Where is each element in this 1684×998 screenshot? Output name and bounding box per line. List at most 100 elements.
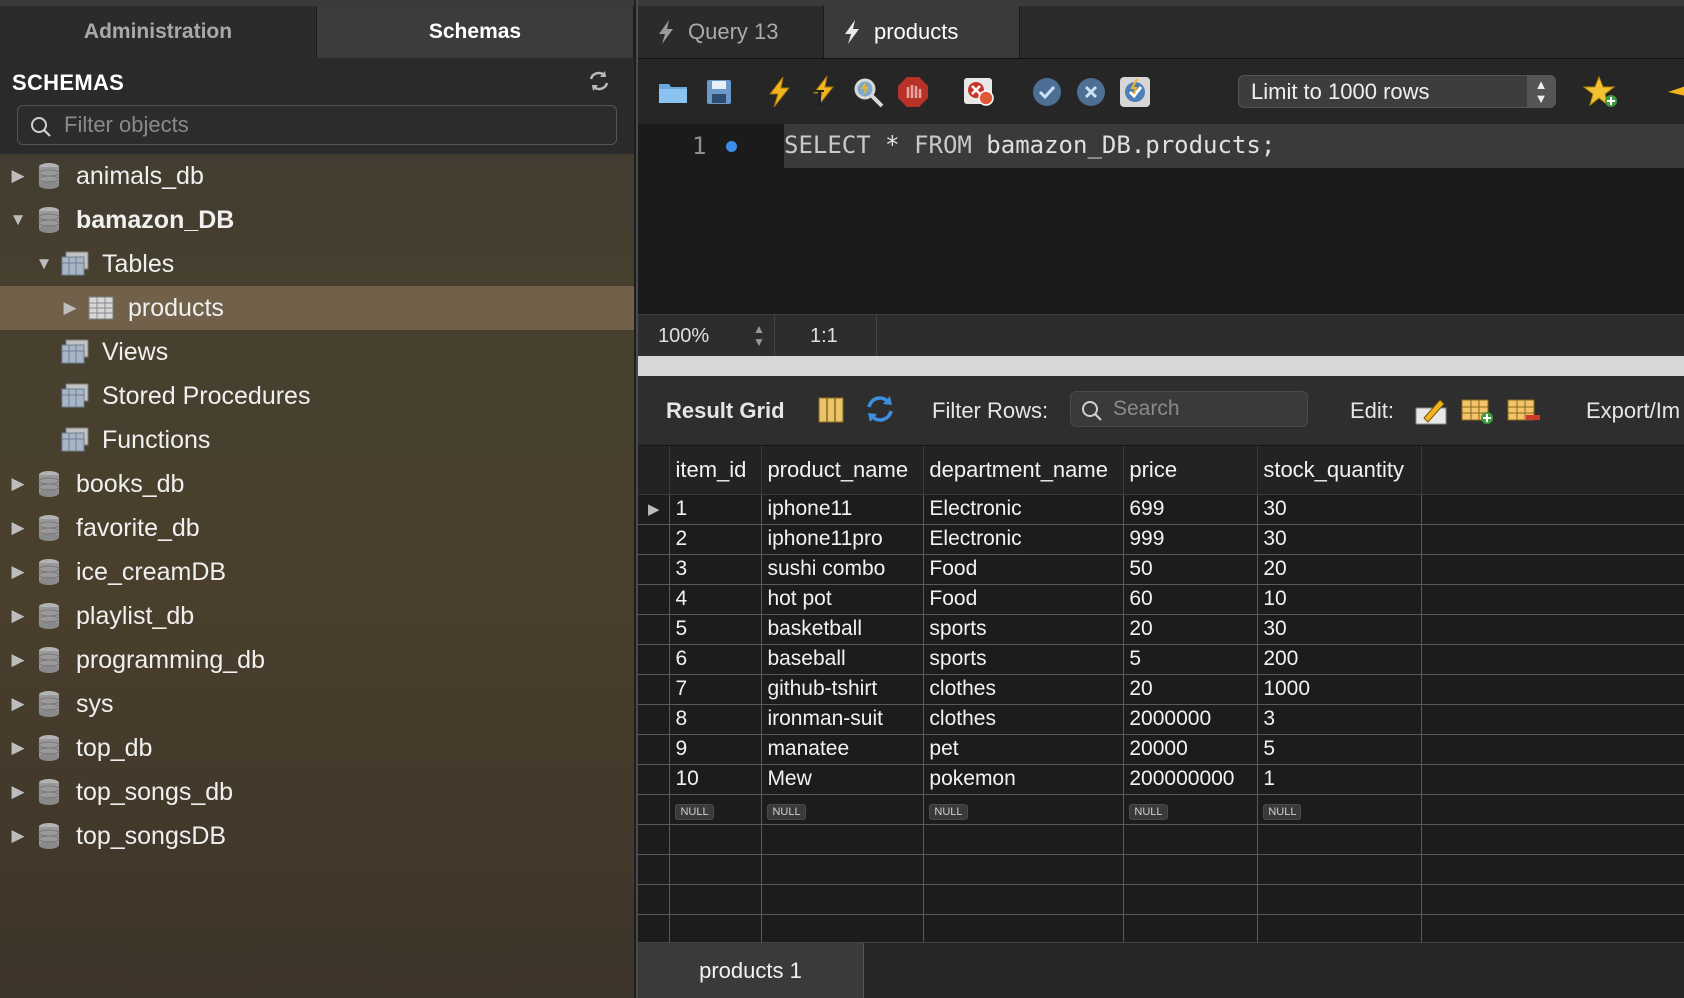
table-row[interactable]: 10 Mew pokemon 200000000 1 (638, 764, 1684, 795)
grid-cell[interactable]: iphone11pro (761, 524, 925, 555)
disclosure-closed-icon[interactable]: ▶ (8, 826, 28, 846)
sql-code[interactable]: SELECT * FROM bamazon_DB.products; (784, 131, 1275, 159)
grid-cell[interactable]: Electronic (923, 494, 1125, 525)
disclosure-closed-icon[interactable]: ▶ (8, 474, 28, 494)
grid-cell[interactable]: 20000 (1123, 734, 1259, 765)
grid-cell[interactable]: sports (923, 614, 1125, 645)
table-row[interactable]: 3 sushi combo Food 50 20 (638, 554, 1684, 585)
grid-cell[interactable]: 9 (669, 734, 763, 765)
open-folder-icon[interactable] (654, 73, 692, 111)
grid-cell[interactable]: baseball (761, 644, 925, 675)
export-import-label[interactable]: Export/Im (1586, 398, 1680, 424)
execute-current-icon[interactable] (804, 73, 842, 111)
tab-schemas[interactable]: Schemas (317, 6, 634, 58)
filter-rows-input[interactable] (1113, 395, 1299, 423)
grid-cell[interactable]: ironman-suit (761, 704, 925, 735)
tree-item-products[interactable]: ▶ products (0, 286, 634, 330)
grid-cell[interactable]: Mew (761, 764, 925, 795)
disclosure-closed-icon[interactable]: ▶ (8, 782, 28, 802)
grid-cell[interactable]: clothes (923, 674, 1125, 705)
tab-administration[interactable]: Administration (0, 6, 317, 58)
disclosure-closed-icon[interactable]: ▶ (8, 518, 28, 538)
grid-cell[interactable]: 30 (1257, 524, 1423, 555)
grid-cell[interactable]: 5 (669, 614, 763, 645)
grid-cell[interactable]: manatee (761, 734, 925, 765)
save-icon[interactable] (700, 73, 738, 111)
execute-icon[interactable] (760, 73, 798, 111)
row-marker[interactable] (638, 674, 671, 705)
grid-cell[interactable]: 50 (1123, 554, 1259, 585)
panel-splitter[interactable] (638, 356, 1684, 376)
refresh-results-icon[interactable] (864, 394, 896, 429)
edit-row-icon[interactable] (1414, 394, 1448, 431)
table-row[interactable]: 6 baseball sports 5 200 (638, 644, 1684, 675)
row-marker[interactable] (638, 704, 671, 735)
commit-icon[interactable] (1028, 73, 1066, 111)
row-marker[interactable] (638, 614, 671, 645)
zoom-stepper[interactable]: ▲ ▼ (750, 321, 768, 351)
grid-cell[interactable]: 5 (1123, 644, 1259, 675)
grid-cell[interactable]: 20 (1257, 554, 1423, 585)
grid-cell[interactable]: Food (923, 554, 1125, 585)
grid-cell[interactable]: 2 (669, 524, 763, 555)
stop-icon[interactable] (894, 73, 932, 111)
grid-cell[interactable]: 6 (669, 644, 763, 675)
grid-cell[interactable]: clothes (923, 704, 1125, 735)
grid-cell[interactable]: 10 (669, 764, 763, 795)
autocommit-icon[interactable] (1116, 73, 1154, 111)
row-marker[interactable] (638, 554, 671, 585)
grid-cell[interactable]: 4 (669, 584, 763, 615)
disclosure-closed-icon[interactable]: ▶ (8, 562, 28, 582)
tree-item-programming-db[interactable]: ▶ programming_db (0, 638, 634, 682)
grid-cell[interactable]: NULL (761, 794, 925, 825)
grid-cell[interactable]: 20 (1123, 614, 1259, 645)
disclosure-open-icon[interactable]: ▼ (8, 210, 28, 230)
tree-item-playlist-db[interactable]: ▶ playlist_db (0, 594, 634, 638)
grid-layout-icon[interactable] (818, 396, 844, 429)
grid-cell[interactable]: NULL (669, 794, 763, 825)
tab-query-13[interactable]: Query 13 (638, 6, 824, 58)
tree-item-sys[interactable]: ▶ sys (0, 682, 634, 726)
new-row[interactable]: NULL NULL NULL NULL NULL (638, 794, 1684, 825)
row-marker[interactable] (638, 734, 671, 765)
tree-item-tables[interactable]: ▼ Tables (0, 242, 634, 286)
tree-item-animals-db[interactable]: ▶ animals_db (0, 154, 634, 198)
rollback-icon[interactable] (1072, 73, 1110, 111)
limit-rows-select[interactable]: Limit to 1000 rows ▲ ▼ (1238, 75, 1556, 108)
tree-item-ice-creamdb[interactable]: ▶ ice_creamDB (0, 550, 634, 594)
grid-cell[interactable]: 5 (1257, 734, 1423, 765)
grid-cell[interactable]: 200 (1257, 644, 1423, 675)
tree-item-top-songs-db[interactable]: ▶ top_songs_db (0, 770, 634, 814)
grid-cell[interactable]: 1 (669, 494, 763, 525)
disclosure-closed-icon[interactable]: ▶ (8, 166, 28, 186)
grid-cell[interactable]: 3 (669, 554, 763, 585)
sql-editor[interactable]: 1 SELECT * FROM bamazon_DB.products; (638, 124, 1684, 314)
table-row[interactable]: ▶ 1 iphone11 Electronic 699 30 (638, 494, 1684, 525)
table-row[interactable]: 2 iphone11pro Electronic 999 30 (638, 524, 1684, 555)
grid-cell[interactable]: 999 (1123, 524, 1259, 555)
row-marker[interactable] (638, 584, 671, 615)
disclosure-closed-icon[interactable]: ▶ (8, 694, 28, 714)
table-row[interactable]: 4 hot pot Food 60 10 (638, 584, 1684, 615)
disclosure-closed-icon[interactable]: ▶ (8, 738, 28, 758)
grid-cell[interactable]: 30 (1257, 494, 1423, 525)
tree-item-bamazon-db[interactable]: ▼ bamazon_DB (0, 198, 634, 242)
tab-products-1[interactable]: products 1 (638, 943, 864, 998)
row-marker[interactable] (638, 764, 671, 795)
table-row[interactable]: 8 ironman-suit clothes 2000000 3 (638, 704, 1684, 735)
grid-cell[interactable]: 7 (669, 674, 763, 705)
grid-cell[interactable]: 699 (1123, 494, 1259, 525)
grid-cell[interactable]: 60 (1123, 584, 1259, 615)
grid-cell[interactable]: 1 (1257, 764, 1423, 795)
tree-item-functions[interactable]: Functions (0, 418, 634, 462)
table-row[interactable]: 9 manatee pet 20000 5 (638, 734, 1684, 765)
tab-products[interactable]: products (824, 6, 1020, 58)
column-header-stock-quantity[interactable]: stock_quantity (1257, 446, 1423, 495)
tree-item-top-db[interactable]: ▶ top_db (0, 726, 634, 770)
column-header-price[interactable]: price (1123, 446, 1259, 495)
grid-cell[interactable]: sports (923, 644, 1125, 675)
table-row[interactable]: 7 github-tshirt clothes 20 1000 (638, 674, 1684, 705)
grid-cell[interactable]: pokemon (923, 764, 1125, 795)
column-header-department-name[interactable]: department_name (923, 446, 1125, 495)
row-marker[interactable] (638, 524, 671, 555)
